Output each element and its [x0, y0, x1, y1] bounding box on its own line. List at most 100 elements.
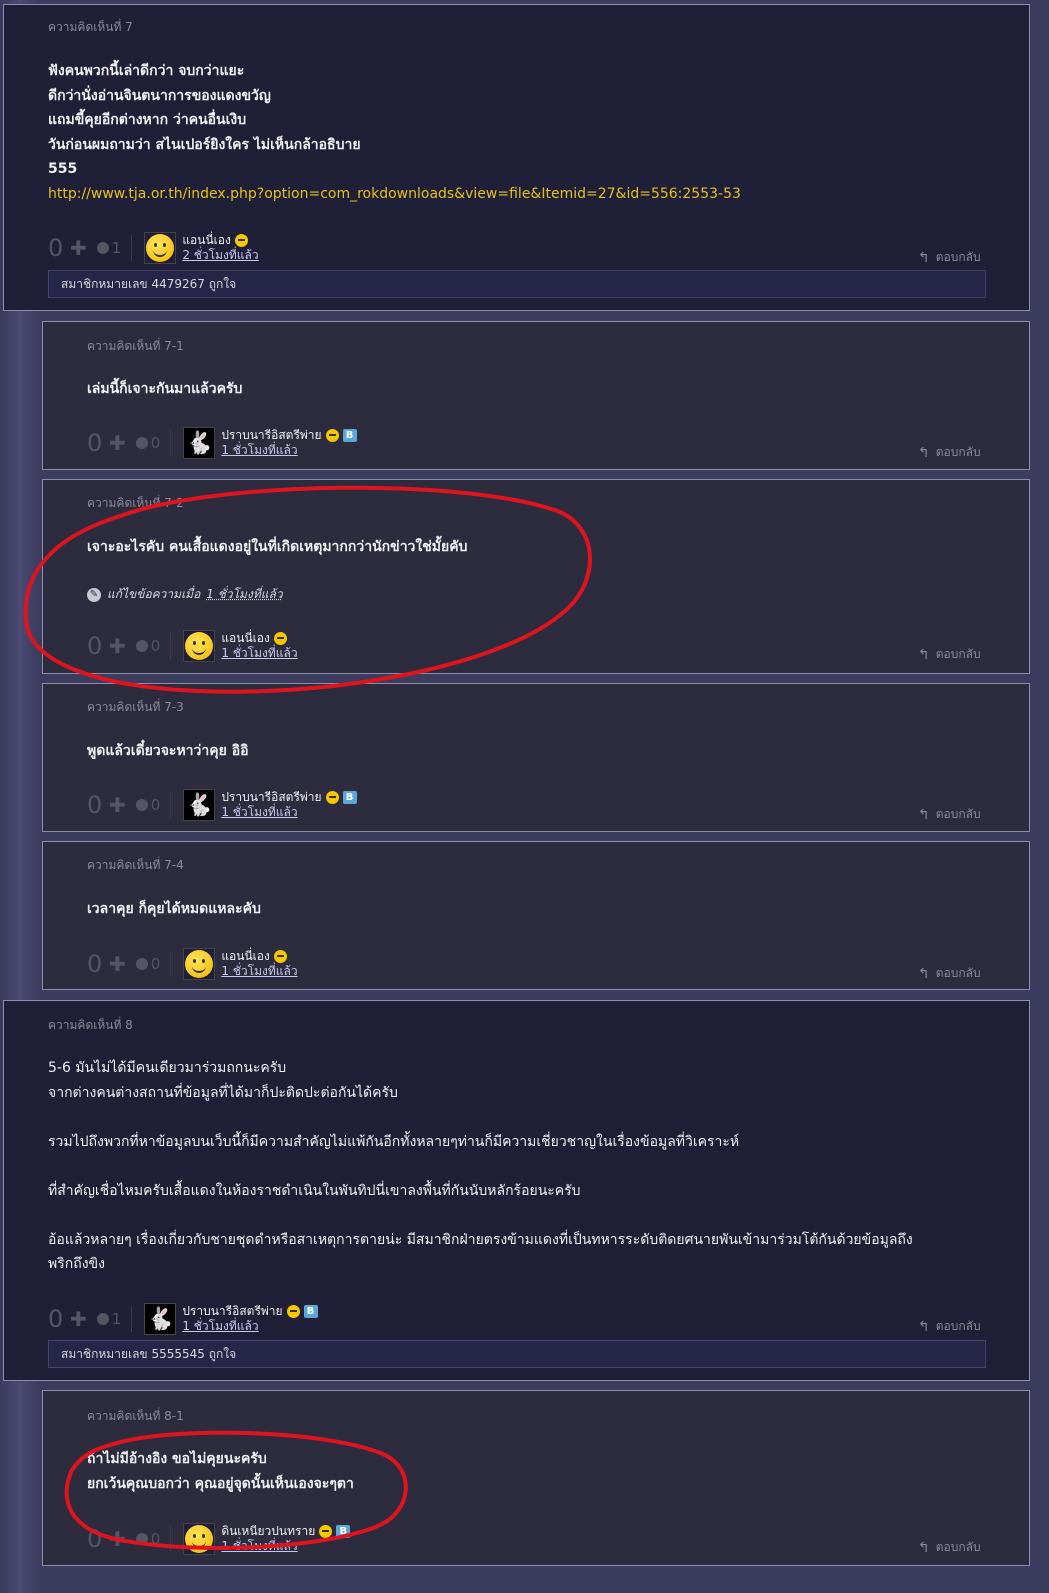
comment-footer: 0 ✚ 1 🐇 ปราบนารีอิสตรีพ่าย B 1 ชั่วโมงที่…: [48, 1302, 318, 1336]
plus-icon[interactable]: ✚: [109, 1527, 126, 1551]
blog-badge-icon[interactable]: B: [336, 1525, 351, 1538]
divider: [170, 430, 172, 456]
emotion-button[interactable]: 0: [135, 1530, 161, 1548]
clock-icon: ✎: [87, 587, 101, 602]
author-name[interactable]: ปราบนารีอิสตรีพ่าย: [182, 1304, 282, 1319]
emotion-button[interactable]: 0: [135, 955, 161, 973]
reply-button[interactable]: ↰ ตอบกลับ: [918, 964, 981, 983]
reply-button[interactable]: ↰ ตอบกลับ: [918, 443, 981, 462]
emotion-button[interactable]: 1: [96, 1310, 122, 1328]
avatar[interactable]: [183, 948, 216, 980]
reply-button[interactable]: ↰ ตอบกลับ: [918, 1317, 981, 1336]
author-name[interactable]: ปราบนารีอิสตรีพ่าย: [221, 428, 321, 443]
smiley-badge-icon: [325, 791, 339, 804]
author-name[interactable]: ดินเหนียวปนทราย: [221, 1524, 315, 1539]
comment-line: [48, 1203, 1008, 1228]
divider: [131, 1306, 133, 1332]
post-time[interactable]: 1 ชั่วโมงที่แล้ว: [221, 805, 356, 820]
comment-line: ที่สำคัญเชื่อไหมครับเสื้อแดงในห้องราชดำเ…: [48, 1182, 581, 1199]
divider: [170, 1526, 172, 1552]
vote-score: 0: [87, 950, 103, 978]
emotion-button[interactable]: 1: [96, 239, 121, 257]
emotion-button[interactable]: 0: [135, 637, 161, 655]
comment-body: 5-6 มันไม่ได้มีคนเดียวมาร่วมถกนะครับ จาก…: [48, 1056, 1008, 1277]
smiley-badge-icon: [319, 1525, 333, 1538]
emotion-button[interactable]: 0: [135, 434, 161, 452]
emotion-count: 0: [150, 434, 161, 452]
reply-label: ตอบกลับ: [935, 647, 981, 661]
author-info: ปราบนารีอิสตรีพ่าย B 1 ชั่วโมงที่แล้ว: [182, 1304, 318, 1334]
author-name[interactable]: แอนนี่เอง: [221, 949, 270, 964]
plus-icon[interactable]: ✚: [109, 634, 126, 658]
blog-badge-icon[interactable]: B: [342, 429, 357, 442]
plus-icon[interactable]: ✚: [70, 1307, 87, 1331]
blog-badge-icon[interactable]: B: [342, 791, 357, 804]
reply-label: ตอบกลับ: [935, 250, 981, 264]
emotion-icon: [135, 799, 148, 811]
comment-7: ความคิดเห็นที่ 7 ฟังคนพวกนี้เล่าดีกว่า จ…: [3, 4, 1030, 311]
comment-body: เวลาคุย ก็คุยได้หมดแหละคับ: [87, 901, 261, 917]
author-name[interactable]: แอนนี่เอง: [182, 233, 231, 248]
comment-body: เจาะอะไรคับ คนเสื้อแดงอยู่ในที่เกิดเหตุม…: [87, 539, 468, 555]
comment-line: อ้อแล้วหลายๆ เรื่องเกี่ยวกับชายชุดดำหรือ…: [48, 1231, 913, 1248]
avatar[interactable]: 🐇: [183, 427, 216, 459]
reply-button[interactable]: ↰ ตอบกลับ: [918, 248, 981, 267]
edit-label: แก้ไขข้อความเมื่อ: [107, 587, 201, 601]
plus-icon[interactable]: ✚: [109, 793, 126, 817]
reply-button[interactable]: ↰ ตอบกลับ: [918, 1538, 981, 1557]
divider: [170, 792, 172, 818]
vote-score: 0: [87, 429, 103, 457]
emotion-count: 1: [111, 1310, 122, 1328]
author-info: แอนนี่เอง 1 ชั่วโมงที่แล้ว: [221, 949, 297, 979]
smiley-badge-icon: [273, 950, 287, 963]
post-time[interactable]: 1 ชั่วโมงที่แล้ว: [182, 1319, 317, 1334]
divider: [170, 633, 172, 659]
plus-icon[interactable]: ✚: [70, 236, 87, 260]
emotion-button[interactable]: 0: [135, 796, 160, 814]
plus-icon[interactable]: ✚: [109, 431, 126, 455]
post-time[interactable]: 1 ชั่วโมงที่แล้ว: [221, 646, 297, 661]
comment-number: ความคิดเห็นที่ 7-2: [87, 496, 184, 510]
reply-7-1: ความคิดเห็นที่ 7-1 เล่มนี้ก็เจาะกันมาแล้…: [42, 321, 1030, 470]
comment-footer: 0 ✚ 0 🐇 ปราบนารีอิสตรีพ่าย B 1 ชั่วโมงที่…: [87, 788, 357, 822]
post-time[interactable]: 1 ชั่วโมงที่แล้ว: [221, 964, 297, 979]
reply-button[interactable]: ↰ ตอบกลับ: [918, 805, 981, 824]
post-time[interactable]: 1 ชั่วโมงที่แล้ว: [221, 1539, 350, 1554]
comment-line: 555: [48, 161, 78, 177]
comment-body: พูดแล้วเดี๋ยวจะหาว่าคุย อิอิ: [87, 743, 249, 759]
comment-line: จากต่างคนต่างสถานที่ข้อมูลที่ได้มาก็ปะติ…: [48, 1084, 398, 1101]
blog-badge-icon[interactable]: B: [303, 1305, 318, 1318]
post-time[interactable]: 2 ชั่วโมงที่แล้ว: [182, 248, 258, 263]
edit-time[interactable]: 1 ชั่วโมงที่แล้ว: [206, 585, 282, 604]
emotion-icon: [96, 1313, 109, 1325]
comment-line: [48, 1154, 1008, 1179]
reference-link[interactable]: http://www.tja.or.th/index.php?option=co…: [48, 182, 741, 207]
reply-arrow-icon: ↰: [918, 1318, 930, 1335]
reply-arrow-icon: ↰: [918, 965, 930, 982]
comment-footer: 0 ✚ 0 แอนนี่เอง 1 ชั่วโมงที่แล้ว: [87, 629, 298, 663]
reply-button[interactable]: ↰ ตอบกลับ: [918, 645, 981, 664]
avatar[interactable]: 🐇: [183, 789, 216, 821]
author-name[interactable]: ปราบนารีอิสตรีพ่าย: [221, 790, 321, 805]
member-like-note: สมาชิกหมายเลข 4479267 ถูกใจ: [48, 270, 986, 298]
author-name[interactable]: แอนนี่เอง: [221, 631, 270, 646]
smiley-badge-icon: [273, 632, 287, 645]
avatar[interactable]: 🐇: [144, 1303, 177, 1335]
emotion-icon: [135, 1533, 148, 1545]
reply-8-1: ความคิดเห็นที่ 8-1 ถ้าไม่มีอ้างอิง ขอไม่…: [42, 1390, 1030, 1566]
comment-number: ความคิดเห็นที่ 8: [48, 1018, 133, 1032]
reply-7-4: ความคิดเห็นที่ 7-4 เวลาคุย ก็คุยได้หมดแห…: [42, 841, 1030, 990]
avatar[interactable]: [183, 1523, 216, 1555]
author-info: แอนนี่เอง 1 ชั่วโมงที่แล้ว: [221, 631, 297, 661]
divider: [170, 951, 172, 977]
post-time[interactable]: 1 ชั่วโมงที่แล้ว: [221, 443, 356, 458]
emotion-count: 0: [150, 955, 161, 973]
plus-icon[interactable]: ✚: [109, 952, 126, 976]
comment-number: ความคิดเห็นที่ 8-1: [87, 1409, 184, 1423]
avatar[interactable]: [144, 232, 177, 264]
emotion-count: 0: [150, 1530, 161, 1548]
author-info: ปราบนารีอิสตรีพ่าย B 1 ชั่วโมงที่แล้ว: [221, 428, 357, 458]
author-info: ดินเหนียวปนทราย B 1 ชั่วโมงที่แล้ว: [221, 1524, 351, 1554]
emotion-count: 0: [150, 637, 161, 655]
avatar[interactable]: [183, 630, 216, 662]
